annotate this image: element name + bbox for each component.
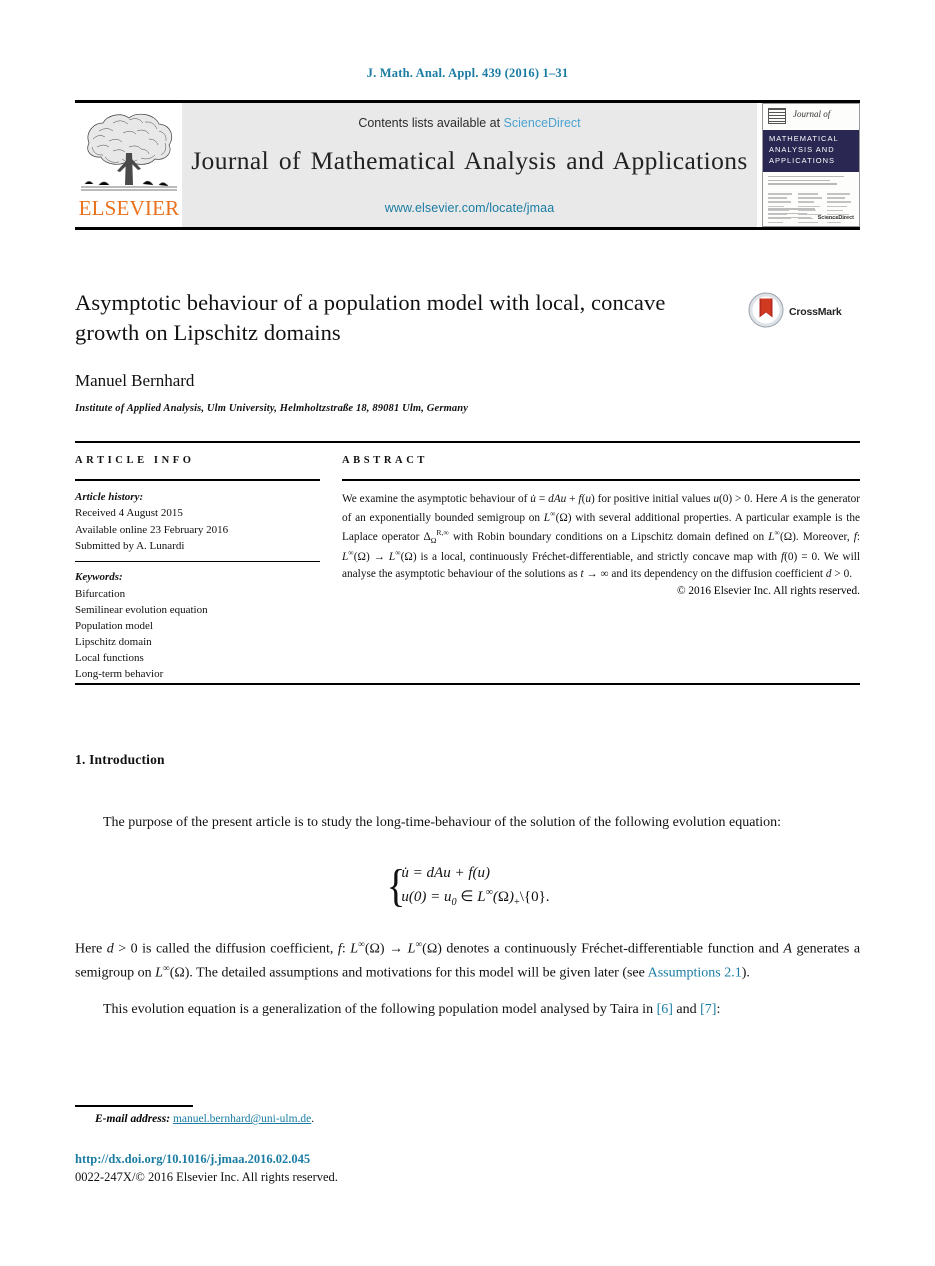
cover-journal-of-label: Journal of: [793, 109, 831, 119]
email-label: E-mail address:: [95, 1113, 171, 1125]
contents-prefix: Contents lists available at: [358, 116, 504, 130]
cover-text-lines: [763, 172, 859, 192]
equation-line-2: u(0) = u0 ∈ L∞(Ω)+\{0}.: [401, 887, 550, 909]
article-history-block: Article history: Received 4 August 2015 …: [75, 481, 320, 554]
abstract-copyright: © 2016 Elsevier Inc. All rights reserved…: [676, 585, 860, 598]
history-item: Submitted by A. Lunardi: [75, 539, 185, 552]
reference-link-6[interactable]: [6]: [657, 1002, 673, 1017]
journal-homepage-url[interactable]: www.elsevier.com/locate/jmaa: [182, 201, 757, 215]
journal-title: Journal of Mathematical Analysis and App…: [191, 146, 748, 175]
running-head: J. Math. Anal. Appl. 439 (2016) 1–31: [366, 66, 569, 80]
info-bottom-rule: [75, 683, 860, 686]
intro-paragraph-2: Here d > 0 is called the diffusion coeff…: [75, 940, 861, 981]
article-body: 1. Introduction The purpose of the prese…: [75, 752, 860, 1036]
abstract-text: We examine the asymptotic behaviour of u…: [342, 493, 861, 580]
article-info-column: ARTICLE INFO Article history: Received 4…: [75, 455, 320, 692]
elsevier-logo: ELSEVIER: [75, 103, 182, 227]
elsevier-tree-icon: [79, 109, 179, 197]
issn-copyright-line: 0022-247X/© 2016 Elsevier Inc. All right…: [75, 1170, 338, 1184]
keyword-item: Long-term behavior: [75, 668, 164, 681]
cover-band-line-1: MATHEMATICAL: [769, 134, 839, 143]
paper-page: J. Math. Anal. Appl. 439 (2016) 1–31 ELS…: [0, 0, 935, 1266]
cover-elsevier-mark-icon: [768, 108, 786, 124]
crossmark-icon: [748, 292, 784, 333]
abstract-heading: ABSTRACT: [342, 455, 428, 466]
email-address-link[interactable]: manuel.bernhard@uni-ulm.de: [173, 1113, 311, 1125]
journal-cover-thumbnail[interactable]: Journal of MATHEMATICAL ANALYSIS AND APP…: [762, 103, 860, 227]
display-equation-1: { u̇ = dAu + f(u) u(0) = u0 ∈ L∞(Ω)+\{0}…: [75, 861, 860, 913]
abstract-column: ABSTRACT We examine the asymptotic behav…: [342, 455, 860, 692]
cover-band-line-2: ANALYSIS AND: [769, 144, 835, 154]
title-block: Asymptotic behaviour of a population mod…: [75, 288, 860, 414]
crossmark-badge[interactable]: CrossMark: [748, 292, 860, 332]
keywords-label: Keywords:: [75, 571, 123, 584]
info-top-rule: [75, 441, 860, 443]
footnote-rule: [75, 1105, 193, 1107]
doi-link[interactable]: http://dx.doi.org/10.1016/j.jmaa.2016.02…: [75, 1152, 310, 1167]
keywords-block: Keywords: Bifurcation Semilinear evoluti…: [75, 562, 320, 691]
masthead-bottom-rule: [75, 227, 860, 230]
email-period: .: [311, 1113, 315, 1125]
assumptions-link[interactable]: Assumptions 2.1: [648, 965, 742, 980]
equation-line-1: u̇ = dAu + f(u): [401, 864, 490, 881]
intro-paragraph-3: This evolution equation is a generalizat…: [103, 1001, 721, 1017]
author-name: Manuel Bernhard: [75, 371, 195, 391]
keyword-item: Population model: [75, 619, 153, 632]
history-item: Available online 23 February 2016: [75, 523, 229, 536]
cover-sciencedirect-mark: ScienceDirect: [817, 215, 854, 221]
sciencedirect-link[interactable]: ScienceDirect: [504, 116, 581, 130]
contents-lists-line: Contents lists available at ScienceDirec…: [182, 116, 757, 130]
cover-title-band: MATHEMATICAL ANALYSIS AND APPLICATIONS: [763, 130, 859, 172]
info-abstract-area: ARTICLE INFO Article history: Received 4…: [75, 455, 860, 692]
history-item: Received 4 August 2015: [75, 507, 183, 520]
masthead-center-panel: Contents lists available at ScienceDirec…: [182, 103, 757, 227]
keyword-item: Lipschitz domain: [75, 636, 152, 649]
elsevier-wordmark: ELSEVIER: [78, 196, 180, 220]
article-title: Asymptotic behaviour of a population mod…: [75, 290, 666, 345]
article-history-label: Article history:: [75, 491, 144, 504]
section-heading-introduction: 1. Introduction: [75, 752, 165, 767]
cover-band-line-3: APPLICATIONS: [769, 155, 836, 165]
equation-brace: {: [387, 860, 406, 912]
article-info-heading: ARTICLE INFO: [75, 455, 195, 466]
reference-link-7[interactable]: [7]: [700, 1002, 716, 1017]
keyword-item: Local functions: [75, 652, 144, 665]
keyword-item: Bifurcation: [75, 587, 126, 600]
crossmark-label: CrossMark: [789, 306, 842, 318]
column-gutter: [320, 455, 342, 692]
intro-paragraph-1: The purpose of the present article is to…: [103, 815, 782, 830]
journal-masthead: ELSEVIER Contents lists available at Sci…: [75, 100, 860, 230]
footnote-email: E-mail address: manuel.bernhard@uni-ulm.…: [95, 1113, 314, 1125]
author-affiliation: Institute of Applied Analysis, Ulm Unive…: [75, 403, 469, 415]
keyword-item: Semilinear evolution equation: [75, 603, 208, 616]
